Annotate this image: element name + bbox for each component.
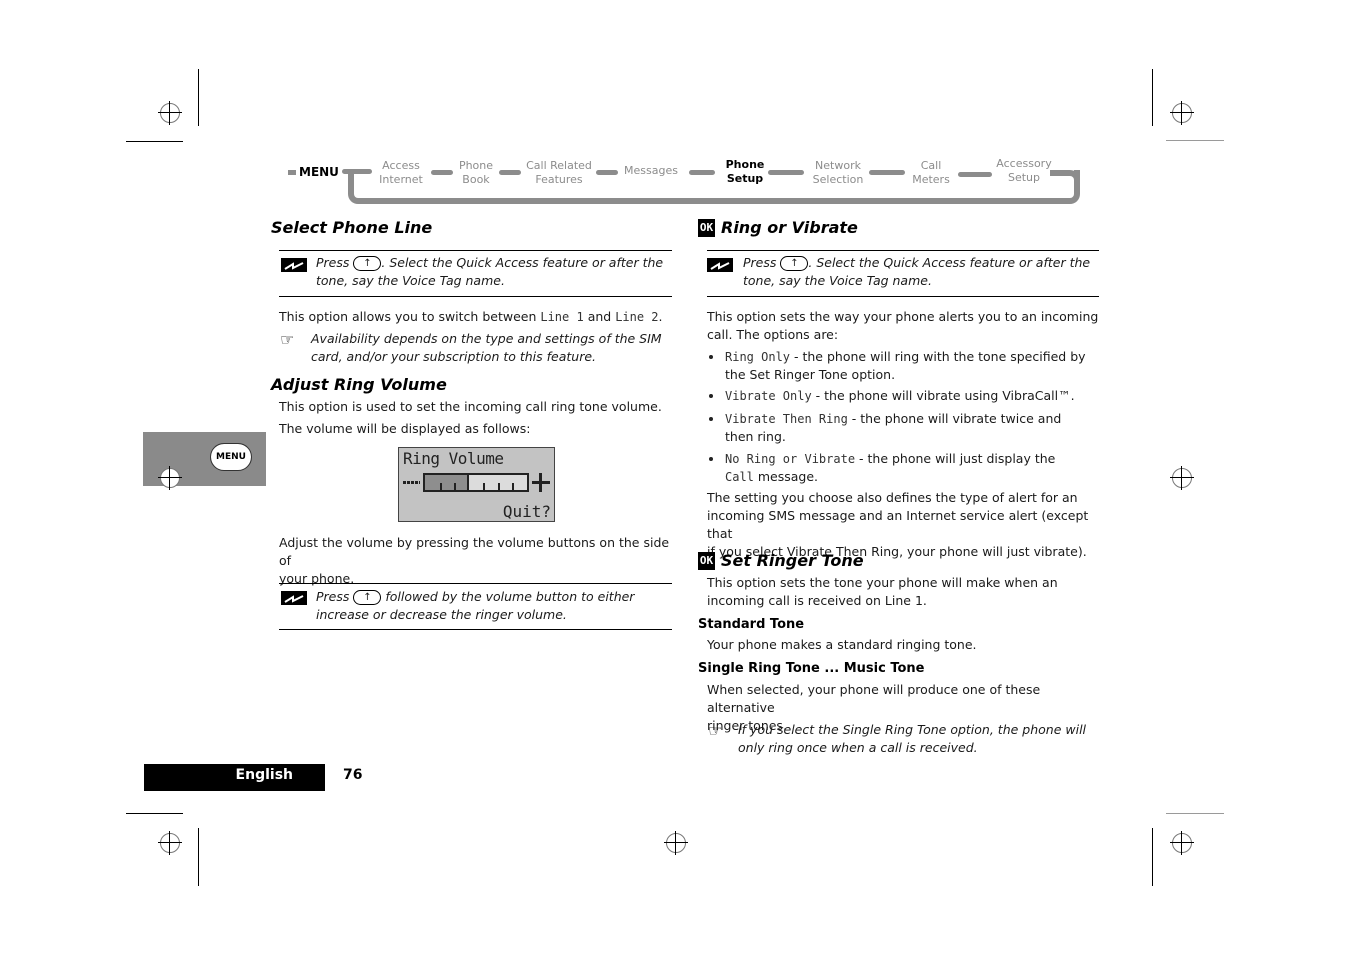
volume-tick bbox=[498, 483, 500, 490]
registration-mark-icon bbox=[158, 466, 182, 490]
bullet bbox=[709, 457, 713, 461]
up-key-icon: ↑ bbox=[780, 256, 809, 271]
volume-bar-fill bbox=[425, 475, 469, 490]
crop-line bbox=[126, 813, 183, 814]
note-hand-icon: ☞ bbox=[708, 721, 723, 740]
crop-line bbox=[1152, 69, 1153, 126]
bullet bbox=[709, 355, 713, 359]
crop-line bbox=[1166, 140, 1224, 141]
single-ring-note: If you select the Single Ring Tone optio… bbox=[738, 722, 1087, 755]
divider bbox=[279, 296, 672, 297]
nav-item-network-selection: Network Selection bbox=[812, 159, 864, 186]
nav-item-access-internet: Access Internet bbox=[379, 159, 423, 186]
note-hand-icon: ☞ bbox=[280, 330, 295, 349]
section-title-select-phone-line: Select Phone Line bbox=[271, 218, 433, 237]
nav-item-messages: Messages bbox=[624, 164, 678, 177]
section-title-set-ringer-tone: Set Ringer Tone bbox=[721, 551, 864, 570]
divider bbox=[279, 629, 672, 630]
nav-connector bbox=[596, 170, 618, 175]
nav-connector bbox=[768, 170, 804, 175]
registration-mark-icon bbox=[1170, 466, 1194, 490]
volume-tick bbox=[483, 483, 485, 490]
select-line-description: This option allows you to switch between… bbox=[279, 309, 663, 324]
crop-line bbox=[198, 828, 199, 886]
language-label: English bbox=[235, 767, 293, 783]
nav-item-phone-book: Phone Book bbox=[458, 159, 494, 186]
list-item: Ring Only - the phone will ring with the… bbox=[725, 349, 1086, 382]
up-key-icon: ↑ bbox=[353, 256, 382, 271]
bullet bbox=[709, 417, 713, 421]
standard-tone-description: Your phone makes a standard ringing tone… bbox=[707, 637, 977, 652]
nav-connector bbox=[342, 169, 372, 174]
ring-volume-description: This option is used to set the incoming … bbox=[279, 399, 662, 414]
shortcut-instruction: Press ↑ followed by the volume button to… bbox=[316, 589, 635, 622]
volume-tick bbox=[454, 483, 456, 490]
ringer-tone-description: This option sets the tone your phone wil… bbox=[707, 575, 1058, 608]
divider bbox=[707, 296, 1099, 297]
list-item: Vibrate Only - the phone will vibrate us… bbox=[725, 388, 1075, 403]
nav-connector bbox=[431, 170, 453, 175]
volume-tick bbox=[512, 483, 514, 490]
lcd-title: Ring Volume bbox=[403, 449, 504, 468]
crop-line bbox=[198, 69, 199, 126]
divider bbox=[279, 250, 672, 251]
menu-navigation: MENU Access Internet Phone Book Call Relat… bbox=[288, 155, 1088, 210]
list-item: Vibrate Then Ring - the phone will vibra… bbox=[725, 411, 1062, 444]
nav-item-call-meters: Call Meters bbox=[912, 159, 950, 186]
nav-item-call-related-features: Call Related Features bbox=[526, 159, 592, 186]
nav-connector bbox=[958, 172, 992, 177]
divider bbox=[707, 250, 1099, 251]
shortcut-instruction: Press ↑. Select the Quick Access feature… bbox=[743, 255, 1091, 288]
availability-note: Availability depends on the type and set… bbox=[311, 331, 662, 364]
registration-mark-icon bbox=[1170, 101, 1194, 125]
divider bbox=[279, 583, 672, 584]
menu-key-icon: MENU bbox=[210, 443, 252, 471]
phone-lcd-display: Ring Volume Quit? bbox=[398, 447, 555, 522]
nav-menu-label: MENU bbox=[299, 165, 339, 179]
nav-connector bbox=[689, 170, 715, 175]
quick-access-icon bbox=[281, 258, 307, 272]
volume-tick bbox=[440, 483, 442, 490]
ok-badge-icon: OK bbox=[698, 552, 715, 570]
nav-item-accessory-setup: Accessory Setup bbox=[996, 157, 1052, 184]
language-bar: English bbox=[144, 764, 325, 791]
section-title-adjust-ring-volume: Adjust Ring Volume bbox=[271, 375, 447, 394]
up-key-icon: ↑ bbox=[353, 590, 382, 605]
menu-marker bbox=[288, 170, 296, 175]
nav-connector bbox=[499, 170, 521, 175]
quick-access-icon bbox=[281, 591, 307, 605]
lcd-quit-label: Quit? bbox=[502, 502, 551, 521]
registration-mark-icon bbox=[1170, 831, 1194, 855]
registration-mark-icon bbox=[664, 831, 688, 855]
subheading-standard-tone: Standard Tone bbox=[698, 617, 805, 632]
adjust-volume-instructions: Adjust the volume by pressing the volume… bbox=[279, 535, 670, 586]
crop-line bbox=[126, 141, 183, 142]
crop-line bbox=[1166, 813, 1224, 814]
crop-line bbox=[1152, 828, 1153, 886]
nav-connector bbox=[869, 170, 905, 175]
plus-icon-vertical bbox=[539, 473, 542, 492]
volume-bar bbox=[423, 473, 529, 492]
ring-volume-display-intro: The volume will be displayed as follows: bbox=[279, 421, 531, 436]
shortcut-instruction: Press ↑. Select the Quick Access feature… bbox=[316, 255, 664, 288]
minus-icon bbox=[403, 481, 420, 484]
section-title-ring-or-vibrate: Ring or Vibrate bbox=[721, 218, 858, 237]
ring-or-vibrate-intro: This option sets the way your phone aler… bbox=[707, 309, 1099, 342]
list-item: No Ring or Vibrate - the phone will just… bbox=[725, 451, 1056, 484]
registration-mark-icon bbox=[158, 831, 182, 855]
menu-loop-corner bbox=[1050, 170, 1080, 190]
quick-access-icon bbox=[707, 258, 733, 272]
bullet bbox=[709, 394, 713, 398]
registration-mark-icon bbox=[158, 101, 182, 125]
nav-item-phone-setup: Phone Setup bbox=[725, 158, 765, 185]
page-number: 76 bbox=[343, 767, 363, 783]
subheading-single-ring-tone: Single Ring Tone ... Music Tone bbox=[698, 661, 925, 676]
ok-badge-icon: OK bbox=[698, 219, 715, 237]
